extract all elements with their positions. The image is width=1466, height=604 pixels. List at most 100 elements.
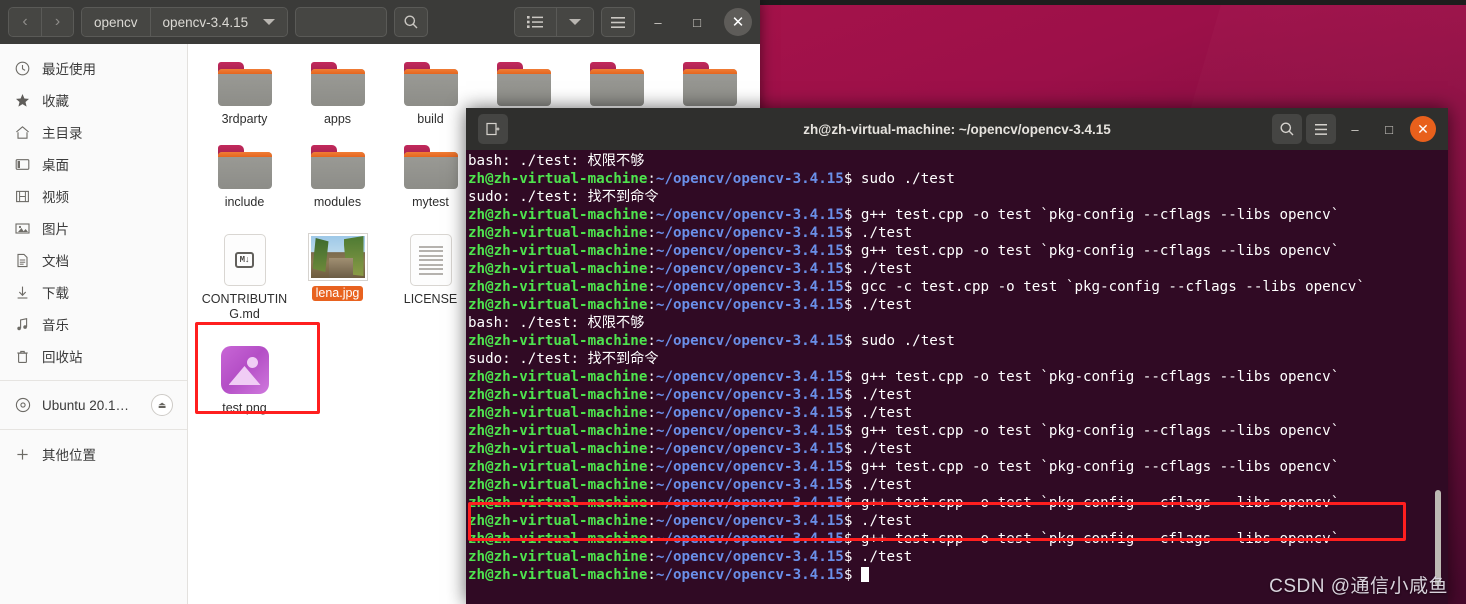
search-icon: [1280, 122, 1294, 136]
folder-icon: [310, 62, 365, 106]
terminal-prompt-user: zh@zh-virtual-machine: [468, 549, 648, 565]
file-item-include[interactable]: include: [198, 141, 291, 212]
main-menu-button[interactable]: [601, 7, 635, 37]
folder-icon: [403, 62, 458, 106]
file-item-mytest[interactable]: mytest: [384, 141, 477, 212]
sidebar-item-label: 视频: [42, 190, 69, 205]
hamburger-menu-icon: [611, 16, 625, 28]
terminal-close-button[interactable]: ✕: [1410, 116, 1436, 142]
view-mode-group: [514, 7, 594, 37]
terminal-prompt-user: zh@zh-virtual-machine: [468, 441, 648, 457]
terminal-prompt-user: zh@zh-virtual-machine: [468, 243, 648, 259]
minimize-button[interactable]: –: [642, 7, 674, 37]
terminal-prompt-path: ~/opencv/opencv-3.4.15: [655, 207, 844, 223]
path-entry-field[interactable]: [295, 7, 388, 37]
sidebar-item-label: 桌面: [42, 158, 69, 173]
terminal-prompt-colon: :: [647, 423, 656, 439]
eject-button[interactable]: ⏏: [151, 394, 173, 416]
folder-icon: [496, 62, 551, 106]
terminal-prompt-path: ~/opencv/opencv-3.4.15: [655, 261, 844, 277]
terminal-prompt-line: zh@zh-virtual-machine:~/opencv/opencv-3.…: [468, 458, 1448, 476]
terminal-scrollbar[interactable]: [1434, 150, 1442, 604]
terminal-prompt-path: ~/opencv/opencv-3.4.15: [655, 441, 844, 457]
sidebar-item-pictures[interactable]: 图片: [0, 212, 187, 244]
sidebar-item-ubuntu-disc[interactable]: Ubuntu 20.1… ⏏: [0, 389, 187, 421]
new-tab-button[interactable]: [478, 114, 508, 144]
sidebar-item-label: 主目录: [42, 126, 83, 141]
back-button[interactable]: ‹: [9, 8, 41, 36]
terminal-command-text: ./test: [852, 477, 913, 493]
terminal-prompt-line: zh@zh-virtual-machine:~/opencv/opencv-3.…: [468, 548, 1448, 566]
desktop-icon: [14, 156, 31, 173]
chevron-down-icon: [263, 19, 276, 25]
breadcrumb-item-opencv-3415[interactable]: opencv-3.4.15: [149, 8, 288, 36]
sidebar-item-label: 其他位置: [42, 448, 96, 463]
terminal-prompt-user: zh@zh-virtual-machine: [468, 387, 648, 403]
markdown-badge-label: M↓: [234, 252, 255, 268]
navigation-button-group: ‹ ›: [8, 7, 74, 37]
folder-icon: [217, 62, 272, 106]
terminal-prompt-colon: :: [647, 405, 656, 421]
png-file-icon: [220, 346, 269, 394]
terminal-prompt-user: zh@zh-virtual-machine: [468, 405, 648, 421]
terminal-prompt-user: zh@zh-virtual-machine: [468, 513, 648, 529]
sidebar-item-label: 音乐: [42, 318, 69, 333]
file-item-build[interactable]: build: [384, 58, 477, 129]
sidebar-item-label: 图片: [42, 222, 69, 237]
file-label: build: [417, 112, 444, 126]
file-item-apps[interactable]: apps: [291, 58, 384, 129]
sidebar-item-videos[interactable]: 视频: [0, 180, 187, 212]
file-label: mytest: [412, 195, 449, 209]
forward-button[interactable]: ›: [41, 8, 73, 36]
terminal-prompt-user: zh@zh-virtual-machine: [468, 333, 648, 349]
terminal-prompt-line: zh@zh-virtual-machine:~/opencv/opencv-3.…: [468, 224, 1448, 242]
terminal-prompt-path: ~/opencv/opencv-3.4.15: [655, 513, 844, 529]
terminal-output-text: bash: ./test: 权限不够: [468, 153, 645, 169]
sidebar-item-desktop[interactable]: 桌面: [0, 148, 187, 180]
terminal-minimize-button[interactable]: –: [1340, 114, 1370, 144]
search-icon: [404, 15, 418, 29]
sidebar-item-label: 收藏: [42, 94, 69, 109]
terminal-prompt-line: zh@zh-virtual-machine:~/opencv/opencv-3.…: [468, 494, 1448, 512]
terminal-prompt-colon: :: [647, 171, 656, 187]
terminal-prompt-colon: :: [647, 441, 656, 457]
sidebar-item-starred[interactable]: 收藏: [0, 84, 187, 116]
terminal-window: zh@zh-virtual-machine: ~/opencv/opencv-3…: [466, 108, 1448, 604]
file-item-lena-jpg[interactable]: lena.jpg: [291, 230, 384, 324]
sidebar-item-documents[interactable]: 文档: [0, 244, 187, 276]
terminal-command-text: ./test: [852, 549, 913, 565]
terminal-prompt-line: zh@zh-virtual-machine:~/opencv/opencv-3.…: [468, 404, 1448, 422]
breadcrumb-current-label: opencv-3.4.15: [162, 14, 249, 30]
terminal-maximize-button[interactable]: □: [1374, 114, 1404, 144]
documents-icon: [14, 252, 31, 269]
list-view-button[interactable]: [515, 8, 556, 36]
terminal-search-button[interactable]: [1272, 114, 1302, 144]
maximize-button[interactable]: □: [681, 7, 713, 37]
file-item-license[interactable]: LICENSE: [384, 230, 477, 324]
terminal-prompt-user: zh@zh-virtual-machine: [468, 279, 648, 295]
breadcrumb-item-opencv[interactable]: opencv: [82, 8, 150, 36]
terminal-output-text: bash: ./test: 权限不够: [468, 315, 645, 331]
close-button[interactable]: ✕: [724, 8, 752, 36]
terminal-menu-button[interactable]: [1306, 114, 1336, 144]
sidebar-item-music[interactable]: 音乐: [0, 308, 187, 340]
search-button[interactable]: [394, 7, 429, 37]
file-item-modules[interactable]: modules: [291, 141, 384, 212]
file-item-test-png[interactable]: test.png: [198, 342, 291, 418]
hamburger-menu-icon: [1315, 123, 1327, 135]
sidebar-item-downloads[interactable]: 下载: [0, 276, 187, 308]
file-item-contributing-md[interactable]: M↓ CONTRIBUTING.md: [198, 230, 291, 324]
terminal-prompt-colon: :: [647, 387, 656, 403]
terminal-header: zh@zh-virtual-machine: ~/opencv/opencv-3…: [466, 108, 1448, 150]
sidebar-divider: [0, 429, 187, 430]
sidebar-item-other-locations[interactable]: 其他位置: [0, 438, 187, 470]
file-item-3rdparty[interactable]: 3rdparty: [198, 58, 291, 129]
terminal-prompt-path: ~/opencv/opencv-3.4.15: [655, 405, 844, 421]
sidebar-item-trash[interactable]: 回收站: [0, 340, 187, 372]
terminal-screen[interactable]: bash: ./test: 权限不够 zh@zh-virtual-machine:…: [466, 150, 1448, 604]
view-options-button[interactable]: [556, 8, 593, 36]
sidebar-item-recent[interactable]: 最近使用: [0, 52, 187, 84]
terminal-prompt-path: ~/opencv/opencv-3.4.15: [655, 495, 844, 511]
terminal-output-line: sudo: ./test: 找不到命令: [468, 188, 1448, 206]
sidebar-item-home[interactable]: 主目录: [0, 116, 187, 148]
